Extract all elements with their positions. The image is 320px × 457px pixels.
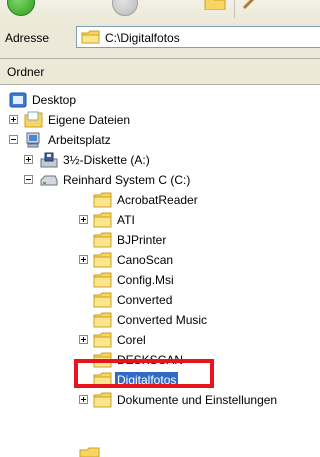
expand-icon[interactable] bbox=[79, 215, 88, 224]
highlight-annotation bbox=[74, 359, 214, 388]
hard-drive-icon bbox=[40, 175, 58, 186]
folder-icon bbox=[93, 272, 112, 288]
folders-pane-header: Ordner bbox=[0, 59, 320, 85]
tree-item-folder[interactable]: Converted bbox=[0, 290, 320, 310]
collapse-icon[interactable] bbox=[24, 175, 33, 184]
search-icon[interactable] bbox=[242, 0, 262, 10]
folder-icon bbox=[93, 252, 112, 268]
tree-item-desktop[interactable]: Desktop bbox=[0, 90, 320, 110]
tree-item-folder[interactable]: CanoScan bbox=[0, 250, 320, 270]
tree-item-label: Converted Music bbox=[117, 313, 208, 327]
address-label: Adresse bbox=[5, 31, 50, 45]
expand-icon[interactable] bbox=[79, 395, 88, 404]
tree-item-diskette[interactable]: 3½-Diskette (A:) bbox=[0, 150, 320, 170]
tree-item-label: Corel bbox=[117, 333, 146, 347]
tree-item-folder[interactable]: Dokumente und Einstellungen bbox=[0, 390, 320, 410]
tree-item-eigene-dateien[interactable]: Eigene Dateien bbox=[0, 110, 320, 130]
back-button[interactable] bbox=[7, 0, 35, 16]
folders-pane-title: Ordner bbox=[7, 65, 45, 79]
tree-item-label: Dokumente und Einstellungen bbox=[117, 393, 278, 407]
collapse-icon[interactable] bbox=[9, 135, 18, 144]
folder-tree: Desktop Eigene Dateien Arbeitsplatz 3½-D… bbox=[0, 85, 320, 457]
folder-icon bbox=[93, 392, 112, 408]
address-input[interactable]: C:\Digitalfotos bbox=[76, 26, 320, 48]
forward-button[interactable] bbox=[112, 0, 138, 16]
tree-item-label: BJPrinter bbox=[117, 233, 167, 247]
toolbar bbox=[0, 0, 320, 21]
tree-item-label: Converted bbox=[117, 293, 173, 307]
desktop-icon bbox=[9, 92, 27, 108]
folder-icon bbox=[93, 232, 112, 248]
folder-icon bbox=[93, 212, 112, 228]
floppy-drive-icon bbox=[40, 152, 58, 168]
up-folder-icon[interactable] bbox=[204, 0, 226, 10]
folder-icon bbox=[93, 192, 112, 208]
tree-item-label: Config.Msi bbox=[117, 273, 174, 287]
tree-item-label: ATI bbox=[117, 213, 135, 227]
tree-item-label: Reinhard System C (C:) bbox=[63, 173, 191, 187]
expand-icon[interactable] bbox=[24, 155, 33, 164]
tree-item-label: Arbeitsplatz bbox=[48, 133, 111, 147]
tree-item-folder[interactable]: Converted Music bbox=[0, 310, 320, 330]
tree-item-label: 3½-Diskette (A:) bbox=[63, 153, 150, 167]
tree-item-folder[interactable]: Corel bbox=[0, 330, 320, 350]
tree-item-folder[interactable]: Config.Msi bbox=[0, 270, 320, 290]
my-computer-icon bbox=[26, 132, 40, 148]
address-path: C:\Digitalfotos bbox=[105, 31, 180, 45]
tree-item-label: AcrobatReader bbox=[117, 193, 198, 207]
tree-item-folder[interactable]: AcrobatReader bbox=[0, 190, 320, 210]
tree-item-folder[interactable]: ATI bbox=[0, 210, 320, 230]
documents-folder-icon bbox=[24, 111, 43, 128]
folder-icon bbox=[93, 292, 112, 308]
folder-icon bbox=[93, 332, 112, 348]
expand-icon[interactable] bbox=[9, 115, 18, 124]
tree-item-arbeitsplatz[interactable]: Arbeitsplatz bbox=[0, 130, 320, 150]
tree-item-label: CanoScan bbox=[117, 253, 174, 267]
folder-icon bbox=[93, 312, 112, 328]
tree-item-drive-c[interactable]: Reinhard System C (C:) bbox=[0, 170, 320, 190]
expand-icon[interactable] bbox=[79, 335, 88, 344]
tree-item-folder[interactable]: BJPrinter bbox=[0, 230, 320, 250]
folder-icon bbox=[81, 30, 100, 44]
expand-icon[interactable] bbox=[79, 255, 88, 264]
toolbar-separator bbox=[234, 0, 235, 18]
tree-item-label: Eigene Dateien bbox=[48, 113, 131, 127]
tree-item-label: Desktop bbox=[32, 93, 77, 107]
address-bar: Adresse C:\Digitalfotos bbox=[0, 20, 320, 59]
folder-icon bbox=[79, 447, 100, 457]
